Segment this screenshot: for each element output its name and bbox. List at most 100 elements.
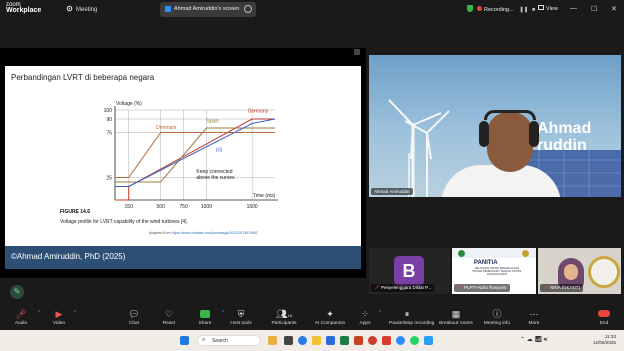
screen-share-pill[interactable]: Ahmad Amiruddin's screen (160, 2, 256, 17)
clock-date: 12/06/2025 (593, 340, 616, 345)
adapted-prefix: Adapted from (149, 231, 171, 235)
meeting-info-button[interactable]: ⓘ Meeting info (479, 308, 515, 330)
record-dot-icon (477, 6, 482, 11)
taskbar-search[interactable]: ⌕ Search (197, 335, 261, 346)
participant-tile-3[interactable]: 🎤︎ NINA (NKANT) (538, 248, 621, 294)
grid-icon (538, 5, 544, 10)
recording-indicator[interactable]: Recording... ❚❚ ■ (467, 5, 535, 13)
y-tick-label: 90 (106, 117, 112, 123)
heart-icon: ♡ (164, 309, 174, 319)
telegram-icon[interactable] (424, 336, 433, 345)
maximize-window-icon[interactable]: ☐ (591, 5, 597, 13)
share-resize-handle[interactable] (354, 49, 360, 55)
series-label-spain: Spain (206, 119, 219, 125)
presenter-name-tag: Ahmad Amiruddin (371, 188, 413, 195)
share-button[interactable]: Share (187, 308, 223, 330)
pause-recording-button[interactable]: ⏸︎ Pause/stop recording (389, 308, 434, 330)
whatsapp-icon[interactable] (410, 336, 419, 345)
series-label-denmark: Denmark (156, 125, 177, 131)
powerpoint-icon[interactable] (354, 336, 363, 345)
reactions-fab-icon[interactable]: ✎ (10, 285, 24, 299)
series-label-us: US (216, 147, 224, 153)
zoom-logo: zoom Workplace (6, 2, 41, 14)
meeting-toolbar: 🎤︎ Audio ⌃ ▶︎ Video ⌃ 💬︎ Chat ♡ React Share … (0, 306, 624, 330)
tile-slide-subtitle: PELATIHAN TEKNIS PENGELOLAAN SISTEM PEMB… (472, 267, 522, 277)
acrobat-icon[interactable] (382, 336, 391, 345)
close-window-icon[interactable]: ✕ (611, 5, 617, 13)
chat-button[interactable]: 💬︎ Chat (116, 308, 152, 330)
share-icon (187, 308, 223, 320)
widget-icon[interactable] (268, 336, 277, 345)
participant-tile-1[interactable]: B 🎤︎ Penyelenggara Diklat P... (369, 248, 450, 294)
y-tick-label: 75 (106, 131, 112, 137)
logo-icon (522, 250, 529, 257)
headset-band-icon (484, 110, 536, 120)
series-line-denmark (115, 132, 275, 178)
meeting-menu[interactable]: Meeting (66, 5, 97, 13)
chart-series (115, 118, 276, 201)
word-icon[interactable] (326, 336, 335, 345)
headset-left-icon (479, 121, 489, 147)
ai-companion-button[interactable]: ✦ AI Companion (312, 308, 348, 330)
file-explorer-icon[interactable] (312, 336, 321, 345)
apps-options-chevron-icon[interactable]: ⌃ (378, 310, 382, 316)
badge-emblem-icon (588, 256, 620, 288)
participant-tile-2[interactable]: PANITIA PELATIHAN TEKNIS PENGELOLAAN SIS… (452, 248, 536, 294)
meeting-label: Meeting (76, 7, 98, 13)
end-call-icon (586, 308, 622, 320)
participant-avatar: B (394, 256, 424, 286)
slide-title: Perbandingan LVRT di beberapa negara (11, 73, 155, 82)
zoom-icon[interactable] (396, 336, 405, 345)
avatar-letter: B (402, 261, 416, 281)
video-off-icon: ▶︎ (55, 309, 63, 319)
stop-icon[interactable]: ■ (532, 7, 535, 13)
pause-icon: ⏸︎ (404, 309, 410, 319)
shield-icon (467, 5, 473, 12)
search-icon: ⌕ (202, 337, 206, 343)
taskbar-clock[interactable]: 11:33 12/06/2025 (593, 334, 616, 346)
video-button[interactable]: ▶︎ Video (41, 308, 77, 330)
system-tray-icons[interactable]: ⌃ ☁ 📶︎ 🔊︎ (520, 336, 547, 344)
participants-button[interactable]: 👥︎18 Participants (266, 308, 302, 330)
bg-text-line-1: Ahmad (537, 120, 592, 137)
muted-mic-icon: 🎤︎ (457, 285, 463, 290)
more-button[interactable]: ⋯ More (516, 308, 552, 330)
start-icon[interactable] (180, 336, 189, 345)
task-view-icon[interactable] (284, 336, 293, 345)
pause-icon[interactable]: ❚❚ (519, 7, 528, 13)
headset-right-icon (529, 121, 539, 147)
view-menu[interactable]: View (538, 5, 558, 12)
y-axis-label: Voltage (%) (116, 101, 142, 107)
chrome-icon[interactable] (368, 336, 377, 345)
info-icon: ⓘ (492, 309, 502, 319)
series-line-us (115, 118, 276, 187)
tile-slide-title: PANITIA (474, 260, 498, 266)
excel-icon[interactable] (340, 336, 349, 345)
video-options-chevron-icon[interactable]: ⌃ (73, 310, 77, 316)
muted-mic-icon: 🎤︎ (374, 285, 380, 290)
end-button[interactable]: End (586, 308, 622, 330)
audio-button[interactable]: 🎤︎ Audio (3, 308, 39, 330)
share-label: Ahmad Amiruddin's screen (174, 6, 240, 12)
muted-mic-icon: 🎤︎ (543, 285, 549, 290)
x-tick-label: 500 (157, 204, 166, 210)
host-tools-button[interactable]: ⛨ Host tools (223, 308, 259, 330)
brand-bottom: Workplace (6, 7, 42, 14)
minimize-window-icon[interactable]: — (570, 5, 577, 12)
presenter-video[interactable]: Ahmad ruddin Ahmad Amiruddin (369, 55, 621, 197)
minimize-share-icon[interactable] (244, 5, 252, 13)
figure-caption: Voltage profile for LVRT capability of t… (60, 219, 188, 225)
x-tick-label: 150 (125, 204, 134, 210)
adapted-url[interactable]: https://www.hindawi.com/journals/jp/2013… (172, 231, 258, 235)
sparkle-icon: ✦ (326, 309, 334, 319)
adapted-from: Adapted from https://www.hindawi.com/jou… (149, 231, 258, 235)
breakout-rooms-button[interactable]: ▦ Breakout rooms (438, 308, 474, 330)
react-button[interactable]: ♡ React (151, 308, 187, 330)
lvrt-chart: 150 500 750 1000 1500 100 90 75 25 Voltage (%) Tim… (104, 101, 278, 210)
os-taskbar: ⌕ Search ⌃ ☁ 📶︎ 🔊︎ 11:33 12/06/2025 (0, 330, 624, 351)
shield-icon: ⛨ (237, 309, 245, 319)
slide-watermark: ©Ahmad Amiruddin, PhD (2025) (11, 252, 126, 261)
muted-mic-icon: 🎤︎ (15, 309, 27, 319)
chart-annotation-line-2: above the curves (196, 175, 235, 181)
edge-icon[interactable] (298, 336, 307, 345)
